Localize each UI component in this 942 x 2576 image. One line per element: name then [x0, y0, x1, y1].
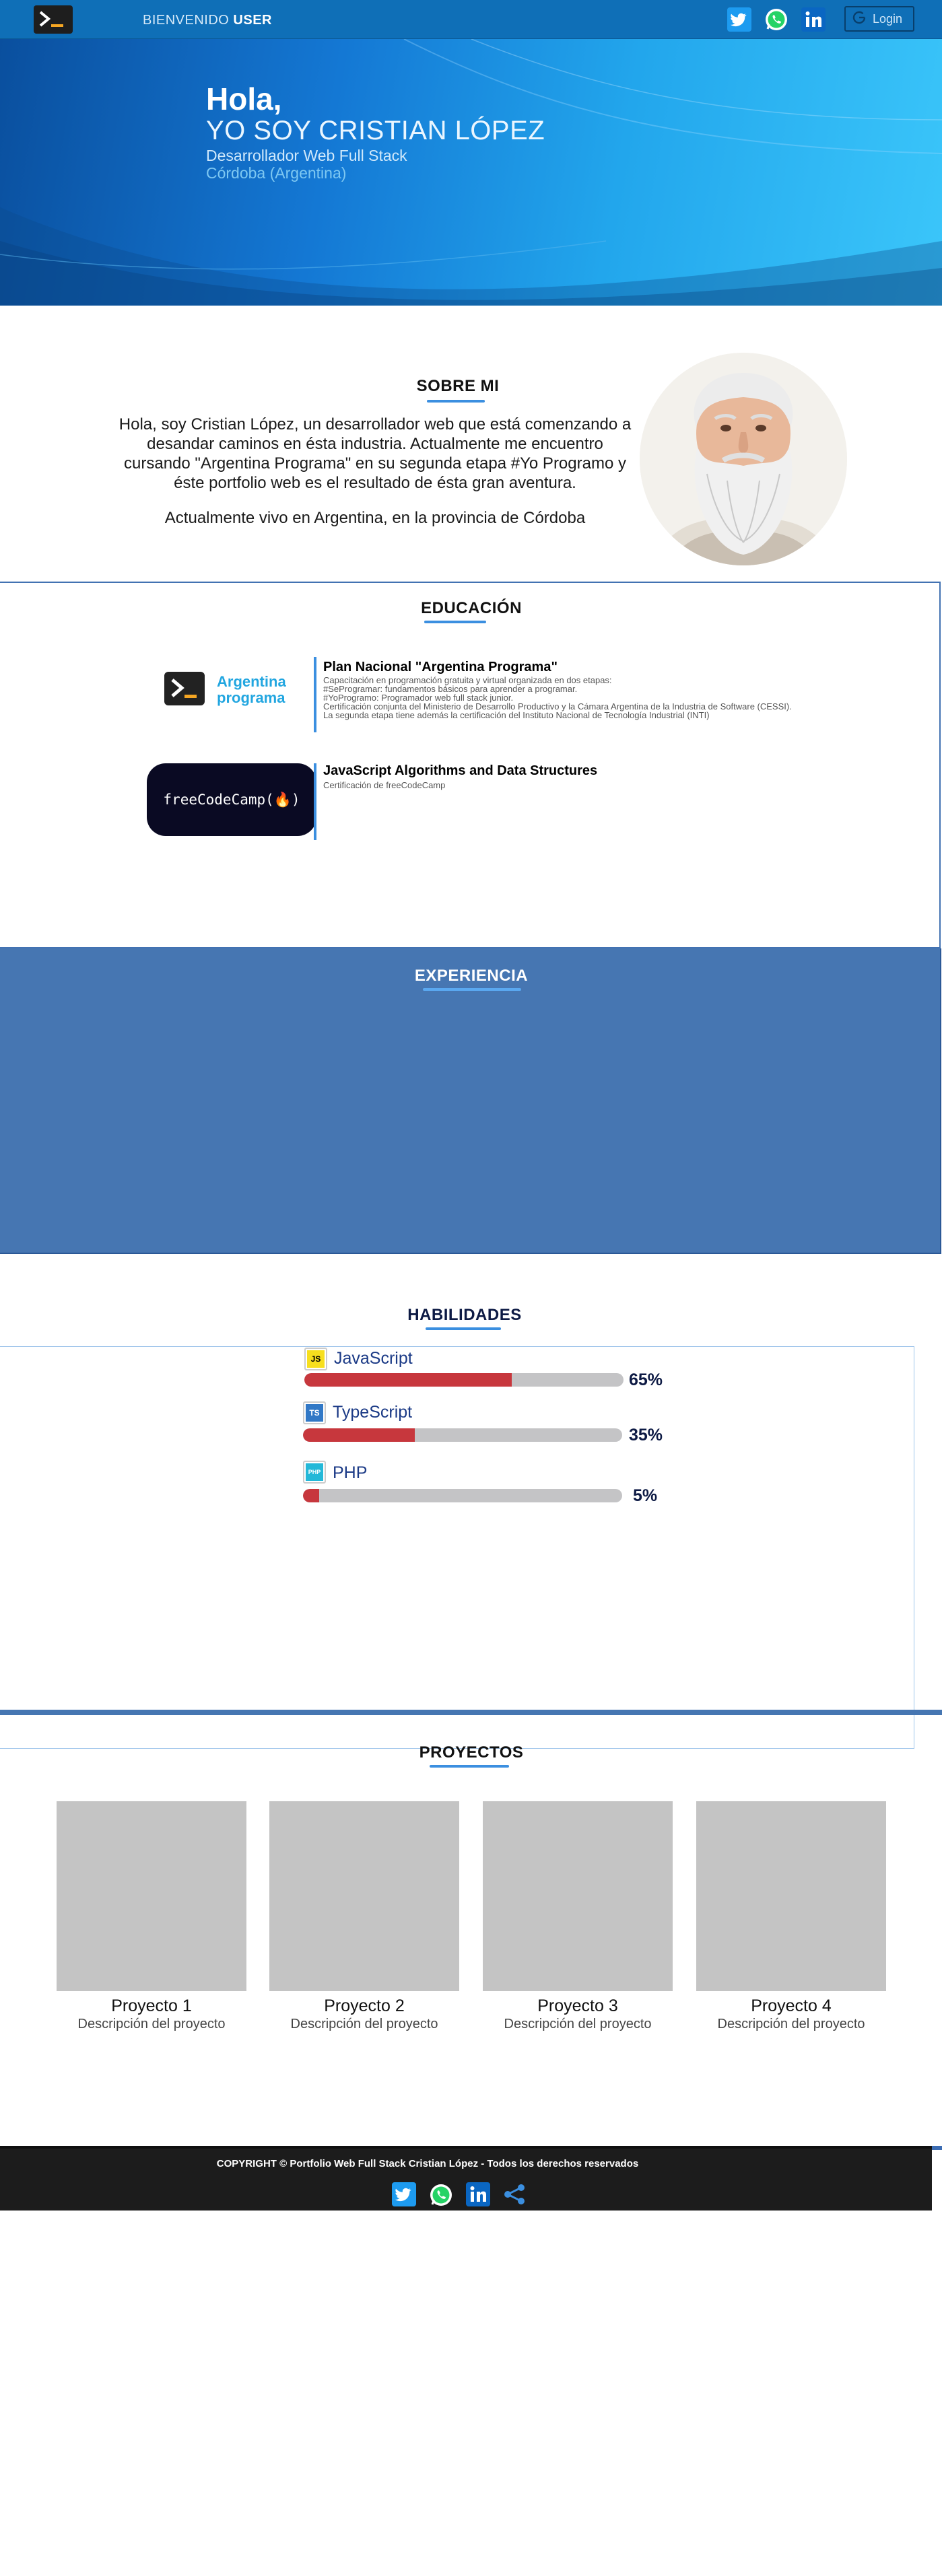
project-card-1-desc: Descripción del proyecto	[77, 2017, 226, 2031]
footer-accent	[932, 2146, 942, 2150]
skill-bar-typescript	[303, 1428, 622, 1442]
footer-social-icons	[392, 2182, 527, 2211]
project-card-3-name[interactable]: Proyecto 3	[483, 1996, 673, 2016]
hero-location: Córdoba (Argentina)	[206, 164, 347, 182]
project-card-4-desc: Descripción del proyecto	[717, 2017, 865, 2031]
skill-bar-javascript	[304, 1373, 624, 1387]
skill-name-javascript: JavaScript	[334, 1349, 413, 1368]
projects-title-underline	[430, 1765, 509, 1768]
nav-social-icons	[727, 7, 826, 36]
hero-banner: Hola, YO SOY CRISTIAN LÓPEZ Desarrollado…	[0, 39, 942, 306]
skill-name-php: PHP	[333, 1463, 368, 1482]
education-item-2-title: JavaScript Algorithms and Data Structure…	[323, 763, 598, 778]
hero-wave-decoration	[0, 39, 942, 306]
navbar: BIENVENIDO USER Login	[0, 0, 942, 39]
about-title: SOBRE MI	[416, 377, 500, 395]
freecodecamp-logo: freeCodeCamp(🔥)	[147, 763, 316, 836]
copyright-text: COPYRIGHT © Portfolio Web Full Stack Cri…	[216, 2158, 639, 2169]
hero-name: YO SOY CRISTIAN LÓPEZ	[206, 116, 545, 145]
typescript-badge: TS	[306, 1404, 323, 1422]
twitter-icon[interactable]	[727, 7, 751, 35]
linkedin-icon[interactable]	[466, 2182, 490, 2211]
skill-bar-fill-typescript	[303, 1428, 415, 1442]
projects-title: PROYECTOS	[419, 1743, 524, 1762]
skills-section	[0, 1346, 914, 1749]
project-card-2-name[interactable]: Proyecto 2	[269, 1996, 459, 2016]
skill-percent-php: 5%	[633, 1486, 658, 1505]
project-card-2-desc: Descripción del proyecto	[290, 2017, 438, 2031]
project-card-3-image[interactable]	[483, 1801, 673, 1991]
education-item-1-title: Plan Nacional "Argentina Programa"	[323, 660, 558, 674]
whatsapp-icon[interactable]	[764, 7, 789, 36]
experience-title: EXPERIENCIA	[414, 967, 529, 985]
project-card-1-name[interactable]: Proyecto 1	[57, 1996, 246, 2016]
login-label: Login	[873, 11, 903, 26]
about-paragraph-1: Hola, soy Cristian López, un desarrollad…	[119, 415, 632, 492]
education-title: EDUCACIÓN	[421, 599, 522, 617]
project-card-3-desc: Descripción del proyecto	[504, 2017, 652, 2031]
whatsapp-icon[interactable]	[428, 2182, 454, 2211]
education-item-1-description: Capacitación en programación gratuita y …	[323, 676, 862, 720]
php-badge: PHP	[306, 1463, 323, 1481]
argentina-programa-logo-text-2: programa	[217, 689, 285, 706]
about-title-underline	[427, 400, 485, 403]
skills-title-underline	[426, 1327, 501, 1330]
argentina-programa-logo-text-1: Argentina	[217, 673, 286, 690]
welcome-prefix: BIENVENIDO	[143, 13, 230, 28]
education-item-2-bar	[314, 763, 316, 840]
skill-percent-typescript: 35%	[629, 1426, 663, 1444]
experience-section	[0, 948, 941, 1254]
javascript-badge: JS	[307, 1350, 325, 1368]
experience-title-underline	[423, 988, 521, 991]
footer: COPYRIGHT © Portfolio Web Full Stack Cri…	[0, 2146, 932, 2211]
typescript-icon: TS	[303, 1401, 326, 1424]
hero-greeting: Hola,	[206, 81, 282, 116]
project-card-4-image[interactable]	[696, 1801, 886, 1991]
skill-bar-fill-php	[303, 1489, 319, 1502]
skills-title: HABILIDADES	[407, 1306, 522, 1324]
linkedin-icon[interactable]	[801, 7, 826, 35]
google-g-icon	[851, 9, 867, 29]
skill-name-typescript: TypeScript	[333, 1403, 413, 1422]
project-card-4-name[interactable]: Proyecto 4	[696, 1996, 886, 2016]
login-button[interactable]: Login	[844, 6, 914, 32]
twitter-icon[interactable]	[392, 2182, 416, 2211]
education-title-underline	[424, 621, 486, 623]
welcome-text: BIENVENIDO USER	[143, 13, 272, 28]
section-divider	[0, 1710, 942, 1715]
share-icon[interactable]	[502, 2182, 527, 2211]
project-card-2-image[interactable]	[269, 1801, 459, 1991]
skill-percent-javascript: 65%	[629, 1370, 663, 1389]
welcome-user: USER	[233, 13, 272, 28]
profile-avatar	[640, 353, 847, 565]
php-icon: PHP	[303, 1461, 326, 1484]
argentina-programa-logo: Argentina programa	[164, 669, 294, 709]
hero-role: Desarrollador Web Full Stack	[206, 147, 407, 164]
about-paragraph-2: Actualmente vivo en Argentina, en la pro…	[164, 509, 586, 527]
terminal-logo-icon[interactable]	[34, 5, 73, 34]
edu-line: La segunda etapa tiene además la certifi…	[323, 710, 710, 720]
education-item-2-description: Certificación de freeCodeCamp	[323, 780, 446, 790]
skill-bar-fill-javascript	[304, 1373, 512, 1387]
project-card-1-image[interactable]	[57, 1801, 246, 1991]
education-item-1-bar	[314, 657, 316, 732]
skill-bar-php	[303, 1489, 622, 1502]
javascript-icon: JS	[304, 1348, 327, 1370]
